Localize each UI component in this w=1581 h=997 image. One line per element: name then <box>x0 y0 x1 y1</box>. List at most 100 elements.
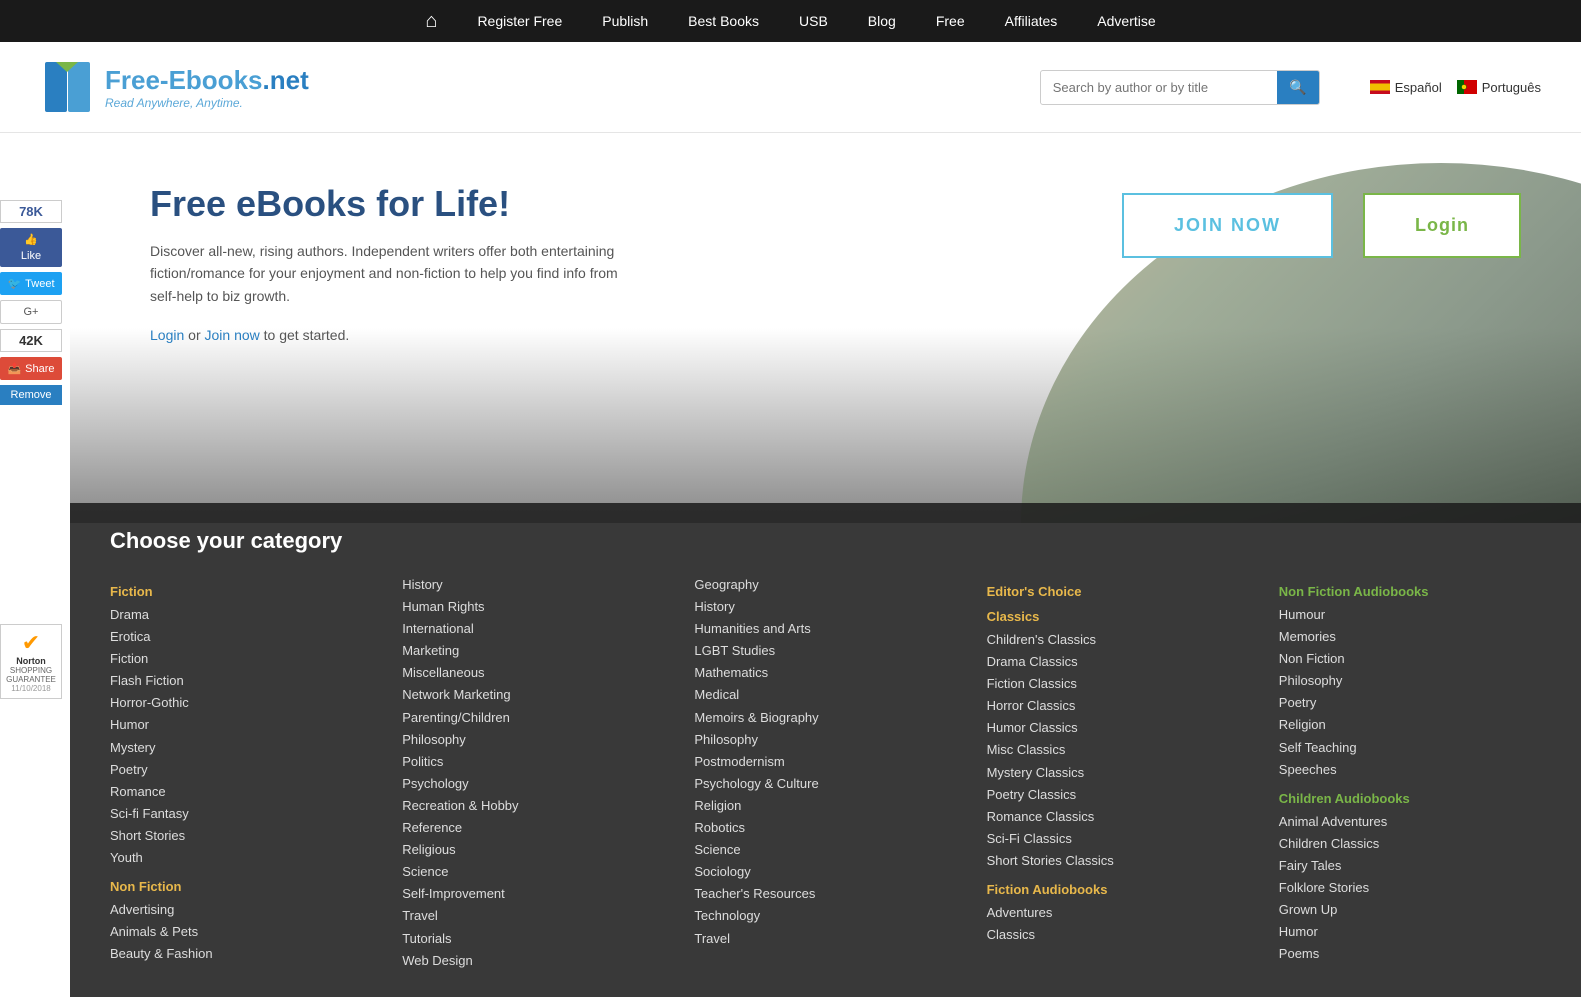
category-item[interactable]: Flash Fiction <box>110 670 372 692</box>
category-item[interactable]: Mystery <box>110 737 372 759</box>
category-item[interactable]: Humor <box>110 714 372 736</box>
category-item[interactable]: Philosophy <box>1279 670 1541 692</box>
category-item[interactable]: Folklore Stories <box>1279 877 1541 899</box>
category-item[interactable]: Religion <box>694 795 956 817</box>
category-item[interactable]: Youth <box>110 847 372 869</box>
tweet-button[interactable]: 🐦 Tweet <box>0 272 62 295</box>
category-item[interactable]: Geography <box>694 574 956 596</box>
home-nav-link[interactable]: ⌂ <box>420 0 442 43</box>
category-item[interactable]: Animals & Pets <box>110 921 372 943</box>
publish-nav-link[interactable]: Publish <box>597 3 653 39</box>
category-item[interactable]: Humor Classics <box>987 717 1249 739</box>
category-item[interactable]: Tutorials <box>402 928 664 950</box>
advertise-nav-link[interactable]: Advertise <box>1092 3 1160 39</box>
category-item[interactable]: Postmodernism <box>694 751 956 773</box>
category-item[interactable]: History <box>694 596 956 618</box>
category-item[interactable]: Humor <box>1279 921 1541 943</box>
category-item[interactable]: Fiction <box>110 648 372 670</box>
category-item[interactable]: Animal Adventures <box>1279 811 1541 833</box>
category-item[interactable]: Advertising <box>110 899 372 921</box>
category-item[interactable]: Grown Up <box>1279 899 1541 921</box>
category-item[interactable]: Humanities and Arts <box>694 618 956 640</box>
category-item[interactable]: Medical <box>694 684 956 706</box>
category-item[interactable]: Beauty & Fashion <box>110 943 372 965</box>
search-input[interactable] <box>1041 72 1278 103</box>
join-now-button[interactable]: JOIN NOW <box>1122 193 1333 258</box>
category-item[interactable]: Politics <box>402 751 664 773</box>
category-item[interactable]: Self-Improvement <box>402 883 664 905</box>
category-item[interactable]: Humour <box>1279 604 1541 626</box>
remove-button[interactable]: Remove <box>0 385 62 405</box>
category-item[interactable]: Human Rights <box>402 596 664 618</box>
search-button[interactable]: 🔍 <box>1277 71 1318 104</box>
category-item[interactable]: LGBT Studies <box>694 640 956 662</box>
category-item[interactable]: Psychology & Culture <box>694 773 956 795</box>
share-button[interactable]: 📤 Share <box>0 357 62 380</box>
category-item[interactable]: Parenting/Children <box>402 707 664 729</box>
category-item[interactable]: Children's Classics <box>987 629 1249 651</box>
category-item[interactable]: Speeches <box>1279 759 1541 781</box>
category-item[interactable]: Teacher's Resources <box>694 883 956 905</box>
category-item[interactable]: Travel <box>694 928 956 950</box>
category-item[interactable]: Mystery Classics <box>987 762 1249 784</box>
category-item[interactable]: Mathematics <box>694 662 956 684</box>
category-item[interactable]: Web Design <box>402 950 664 972</box>
category-item[interactable]: Sci-Fi Classics <box>987 828 1249 850</box>
category-item[interactable]: Travel <box>402 905 664 927</box>
category-item[interactable]: Short Stories <box>110 825 372 847</box>
category-item[interactable]: Horror Classics <box>987 695 1249 717</box>
category-item[interactable]: Self Teaching <box>1279 737 1541 759</box>
affiliates-nav-link[interactable]: Affiliates <box>1000 3 1063 39</box>
category-item[interactable]: Psychology <box>402 773 664 795</box>
category-item[interactable]: Poetry <box>110 759 372 781</box>
portuguese-language-link[interactable]: Português <box>1457 80 1541 95</box>
category-item[interactable]: Short Stories Classics <box>987 850 1249 872</box>
category-item[interactable]: Memoirs & Biography <box>694 707 956 729</box>
category-item[interactable]: Romance Classics <box>987 806 1249 828</box>
category-item[interactable]: Philosophy <box>694 729 956 751</box>
spanish-language-link[interactable]: Español <box>1370 80 1442 95</box>
login-button[interactable]: Login <box>1363 193 1521 258</box>
category-item[interactable]: Classics <box>987 924 1249 946</box>
hero-login-link[interactable]: Login <box>150 327 184 343</box>
free-nav-link[interactable]: Free <box>931 3 970 39</box>
category-item[interactable]: Erotica <box>110 626 372 648</box>
category-item[interactable]: Drama <box>110 604 372 626</box>
category-item[interactable]: Romance <box>110 781 372 803</box>
category-item[interactable]: Marketing <box>402 640 664 662</box>
category-item[interactable]: Miscellaneous <box>402 662 664 684</box>
category-item[interactable]: Reference <box>402 817 664 839</box>
category-item[interactable]: Robotics <box>694 817 956 839</box>
usb-nav-link[interactable]: USB <box>794 3 833 39</box>
category-item[interactable]: International <box>402 618 664 640</box>
category-item[interactable]: Sociology <box>694 861 956 883</box>
category-item[interactable]: History <box>402 574 664 596</box>
hero-join-link[interactable]: Join now <box>205 327 260 343</box>
category-item[interactable]: Technology <box>694 905 956 927</box>
category-item[interactable]: Drama Classics <box>987 651 1249 673</box>
category-item[interactable]: Adventures <box>987 902 1249 924</box>
category-item[interactable]: Poetry Classics <box>987 784 1249 806</box>
gplus-button[interactable]: G+ <box>0 300 62 324</box>
category-item[interactable]: Non Fiction <box>1279 648 1541 670</box>
best-books-nav-link[interactable]: Best Books <box>683 3 764 39</box>
category-item[interactable]: Philosophy <box>402 729 664 751</box>
category-item[interactable]: Science <box>694 839 956 861</box>
category-item[interactable]: Religious <box>402 839 664 861</box>
blog-nav-link[interactable]: Blog <box>863 3 901 39</box>
register-free-nav-link[interactable]: Register Free <box>472 3 567 39</box>
category-item[interactable]: Poems <box>1279 943 1541 965</box>
category-item[interactable]: Network Marketing <box>402 684 664 706</box>
category-item[interactable]: Misc Classics <box>987 739 1249 761</box>
category-item[interactable]: Recreation & Hobby <box>402 795 664 817</box>
category-item[interactable]: Science <box>402 861 664 883</box>
category-item[interactable]: Fairy Tales <box>1279 855 1541 877</box>
category-item[interactable]: Children Classics <box>1279 833 1541 855</box>
category-item[interactable]: Memories <box>1279 626 1541 648</box>
category-item[interactable]: Fiction Classics <box>987 673 1249 695</box>
category-item[interactable]: Poetry <box>1279 692 1541 714</box>
facebook-like-button[interactable]: 👍 Like <box>0 228 62 267</box>
category-item[interactable]: Religion <box>1279 714 1541 736</box>
category-item[interactable]: Horror-Gothic <box>110 692 372 714</box>
category-item[interactable]: Sci-fi Fantasy <box>110 803 372 825</box>
